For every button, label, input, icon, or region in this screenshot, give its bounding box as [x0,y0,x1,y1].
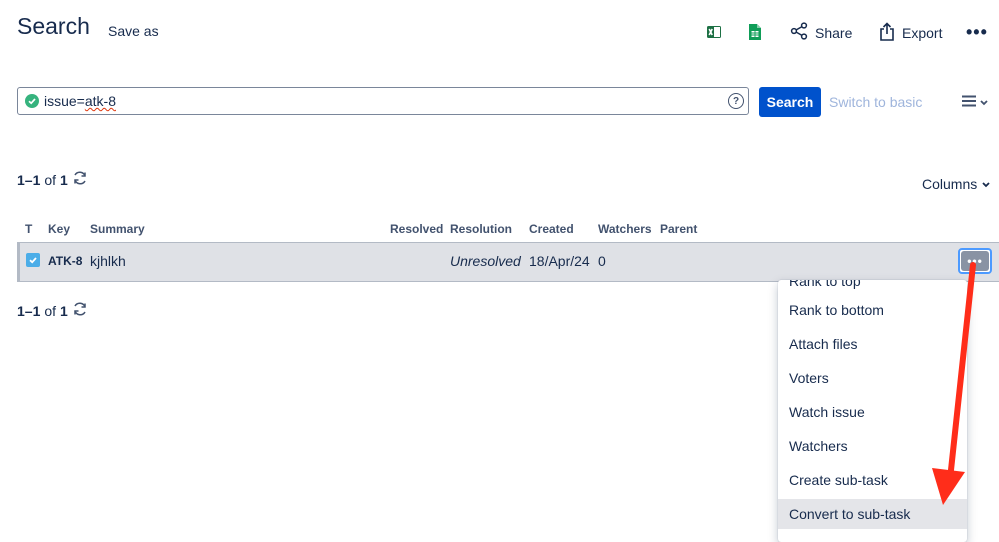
share-label: Share [815,24,853,41]
more-actions-button[interactable]: ••• [966,22,988,43]
columns-label: Columns [922,176,978,192]
menu-item-watch-issue[interactable]: Watch issue [778,397,967,427]
column-header-created[interactable]: Created [529,222,574,236]
export-label: Export [902,25,943,41]
save-as-button[interactable]: Save as [108,23,159,39]
pagination-range: 1–1 [17,302,41,319]
column-header-summary[interactable]: Summary [90,222,145,236]
pagination-total: 1 [60,302,68,319]
export-button[interactable]: Export [879,22,942,44]
search-button[interactable]: Search [759,87,821,117]
google-sheets-icon[interactable] [748,24,762,41]
columns-button[interactable]: Columns [922,176,991,192]
menu-item-rank-to-bottom[interactable]: Rank to bottom [778,295,967,325]
refresh-icon[interactable] [72,301,88,320]
page-title: Search [17,13,90,39]
menu-item-attach-files[interactable]: Attach files [778,329,967,359]
pagination-total: 1 [60,171,68,188]
issue-key-link[interactable]: ATK-8 [48,254,82,268]
column-header-watchers[interactable]: Watchers [598,222,652,236]
watchers-cell: 0 [598,253,606,269]
jql-query-input[interactable]: issue=atk-8 ? [17,87,749,115]
pagination-of: of [44,171,57,188]
export-icon [879,22,895,44]
column-header-resolved[interactable]: Resolved [390,222,443,236]
issue-summary-link[interactable]: kjhlkh [90,253,126,269]
pagination-top: 1–1 of 1 [17,170,88,189]
menu-item-convert-to-sub-task[interactable]: Convert to sub-task [778,499,967,529]
list-view-icon [961,94,977,112]
jql-query-text[interactable]: issue=atk-8 [44,93,116,109]
more-icon: ••• [961,251,989,271]
chevron-down-icon [979,94,989,112]
row-selection-bar [17,242,20,282]
refresh-icon[interactable] [72,170,88,189]
chevron-down-icon [981,176,991,192]
column-header-parent[interactable]: Parent [660,222,697,236]
column-header-type[interactable]: T [25,222,32,236]
column-header-key[interactable]: Key [48,222,70,236]
menu-item-create-sub-task[interactable]: Create sub-task [778,465,967,495]
created-cell: 18/Apr/24 [529,253,590,269]
pagination-range: 1–1 [17,171,41,188]
pagination-of: of [44,302,57,319]
more-icon: ••• [966,22,988,42]
switch-to-basic-link[interactable]: Switch to basic [829,94,922,110]
share-button[interactable]: Share [790,22,852,43]
help-icon[interactable]: ? [728,93,744,109]
pagination-bottom: 1–1 of 1 [17,301,88,320]
menu-item-rank-to-top[interactable]: Rank to top [778,280,967,296]
row-actions-button[interactable]: ••• [958,248,992,274]
menu-item-voters[interactable]: Voters [778,363,967,393]
excel-icon[interactable] [706,24,722,40]
share-icon [790,22,808,43]
view-menu-button[interactable] [961,94,989,112]
row-actions-menu: Rank to top Rank to bottom Attach files … [778,280,967,542]
valid-query-check-icon [25,94,39,108]
task-icon [26,253,40,267]
column-header-resolution[interactable]: Resolution [450,222,512,236]
resolution-cell: Unresolved [450,253,521,269]
menu-item-watchers[interactable]: Watchers [778,431,967,461]
